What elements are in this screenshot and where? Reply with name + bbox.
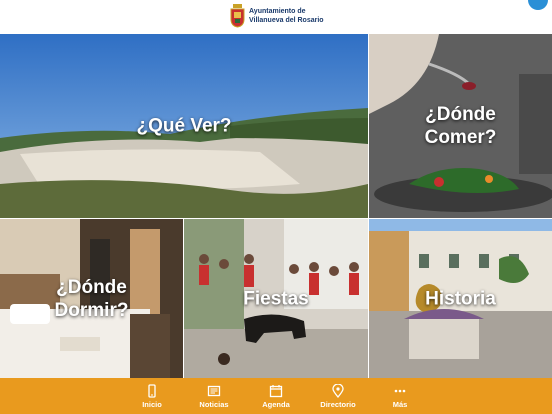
nav-item-agenda[interactable]: Agenda [245, 378, 307, 414]
tile-label-fiestas: Fiestas [243, 288, 309, 309]
tile-label-historia: Historia [425, 288, 496, 309]
tile-donde-comer[interactable]: ¿Dónde Comer? [369, 34, 552, 218]
nav-label-directorio: Directorio [320, 399, 356, 409]
tile-historia[interactable]: Historia [369, 219, 552, 378]
calendar-icon [269, 384, 283, 397]
nav-item-noticias[interactable]: Noticias [183, 378, 245, 414]
logo-line-1: Ayuntamiento de [249, 8, 306, 15]
tile-donde-dormir[interactable]: ¿Dónde Dormir? [0, 219, 183, 378]
menu-grid: ¿Qué Ver? ¿Dónde Comer? ¿Dónde Dormir? F… [0, 34, 552, 378]
nav-label-inicio: Inicio [142, 399, 162, 409]
newspaper-icon [207, 385, 221, 396]
phone-icon [148, 383, 156, 398]
logo-line-2: Villanueva del Rosario [249, 17, 324, 24]
corner-badge[interactable] [528, 0, 548, 10]
tile-fiestas[interactable]: Fiestas [184, 219, 368, 378]
coat-of-arms-icon [230, 4, 245, 28]
tile-label-que-ver: ¿Qué Ver? [136, 115, 232, 137]
nav-label-noticias: Noticias [199, 399, 229, 409]
nav-label-mas: Más [392, 399, 408, 409]
tile-que-ver[interactable]: ¿Qué Ver? [0, 34, 368, 218]
nav-item-inicio[interactable]: Inicio [121, 378, 183, 414]
tile-label-donde-dormir: ¿Dónde Dormir? [54, 276, 129, 321]
tile-label-donde-comer: ¿Dónde Comer? [424, 104, 497, 148]
bottom-navigation: Inicio Noticias Agenda Directorio Más [0, 378, 552, 414]
nav-item-directorio[interactable]: Directorio [307, 378, 369, 414]
app-header: Ayuntamiento de Villanueva del Rosario [0, 0, 552, 34]
nav-item-mas[interactable]: Más [369, 378, 431, 414]
location-pin-icon [332, 383, 344, 398]
nav-label-agenda: Agenda [262, 399, 290, 409]
town-logo[interactable]: Ayuntamiento de Villanueva del Rosario [230, 4, 324, 28]
more-dots-icon [394, 389, 406, 392]
